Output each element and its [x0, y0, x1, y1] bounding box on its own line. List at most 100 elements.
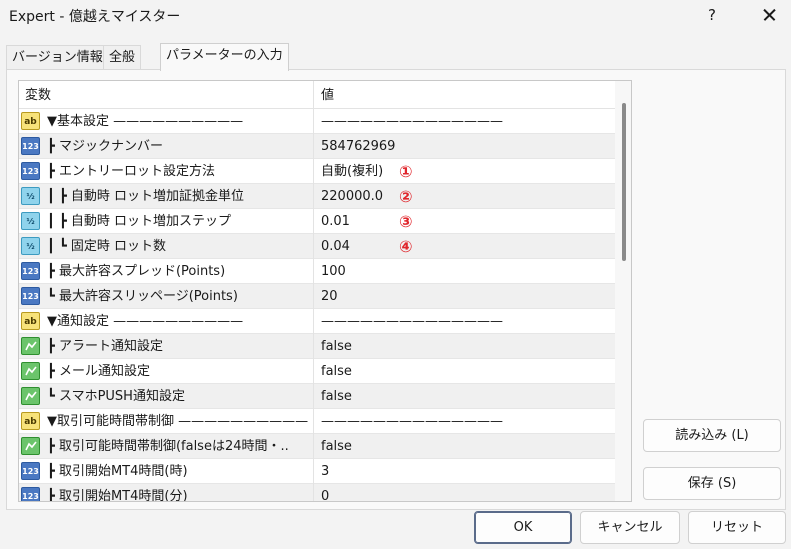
- table-row[interactable]: ab ▼通知設定 —————————— ——————————————: [19, 309, 615, 334]
- column-separator: [313, 159, 314, 184]
- column-separator: [313, 309, 314, 334]
- parameter-value[interactable]: false: [321, 359, 352, 384]
- int-icon: 123: [21, 137, 40, 155]
- tab-general[interactable]: 全般: [103, 45, 142, 70]
- table-row[interactable]: ┣ アラート通知設定 false: [19, 334, 615, 359]
- parameter-name: ┣ エントリーロット設定方法: [47, 164, 215, 179]
- ab-icon: ab: [21, 312, 40, 330]
- dbl-icon: ½: [21, 237, 40, 255]
- parameter-name: ┃ ┗ 固定時 ロット数: [47, 239, 167, 254]
- column-separator: [313, 484, 314, 501]
- cancel-button[interactable]: キャンセル: [580, 511, 680, 544]
- tab-parameters[interactable]: パラメーターの入力: [160, 43, 289, 71]
- parameter-value[interactable]: 3: [321, 459, 329, 484]
- table-row[interactable]: ½ ┃ ┣ 自動時 ロット増加証拠金単位 220000.0 ②: [19, 184, 615, 209]
- parameter-name: ┣ アラート通知設定: [47, 339, 163, 354]
- dbl-icon: ½: [21, 212, 40, 230]
- column-separator: [313, 284, 314, 309]
- parameter-name: ▼取引可能時間帯制御 ——————————・..: [47, 414, 311, 429]
- table-row[interactable]: ┣ メール通知設定 false: [19, 359, 615, 384]
- annotation-marker: ①: [399, 162, 413, 181]
- annotation-marker: ③: [399, 212, 413, 231]
- parameter-name: ┣ 最大許容スプレッド(Points): [47, 264, 226, 279]
- parameter-value[interactable]: false: [321, 384, 352, 409]
- table-row[interactable]: ½ ┃ ┣ 自動時 ロット増加ステップ 0.01 ③: [19, 209, 615, 234]
- parameter-name: ┣ マジックナンバー: [47, 139, 163, 154]
- parameter-value[interactable]: 100: [321, 259, 346, 284]
- table-row[interactable]: ┣ 取引可能時間帯制御(falseは24時間・.. false: [19, 434, 615, 459]
- parameter-name: ┃ ┣ 自動時 ロット増加証拠金単位: [47, 189, 245, 204]
- parameter-value[interactable]: false: [321, 334, 352, 359]
- parameter-name: ▼通知設定 ——————————: [47, 314, 244, 329]
- parameter-name: ┗ スマホPUSH通知設定: [47, 389, 185, 404]
- annotation-marker: ④: [399, 237, 413, 256]
- scrollbar-thumb[interactable]: [622, 103, 626, 261]
- parameter-value[interactable]: 20: [321, 284, 338, 309]
- int-icon: 123: [21, 462, 40, 480]
- parameter-value[interactable]: false: [321, 434, 352, 459]
- parameter-value[interactable]: 220000.0: [321, 184, 383, 209]
- parameter-value[interactable]: 584762969: [321, 134, 395, 159]
- column-separator: [313, 109, 314, 134]
- table-row[interactable]: ab ▼基本設定 —————————— ——————————————: [19, 109, 615, 134]
- column-header-value[interactable]: 値: [321, 81, 334, 109]
- table-row[interactable]: 123 ┣ 最大許容スプレッド(Points) 100: [19, 259, 615, 284]
- table-row[interactable]: 123 ┣ 取引開始MT4時間(時) 3: [19, 459, 615, 484]
- grid-rows: ab ▼基本設定 —————————— —————————————— 123 ┣ マジッ…: [19, 109, 615, 502]
- parameter-name: ┣ 取引可能時間帯制御(falseは24時間・..: [47, 439, 289, 454]
- ab-icon: ab: [21, 112, 40, 130]
- parameter-name: ┃ ┣ 自動時 ロット増加ステップ: [47, 214, 232, 229]
- bool-icon: [21, 387, 40, 405]
- int-icon: 123: [21, 487, 40, 501]
- tab-strip: バージョン情報 全般 パラメーターの入力: [6, 43, 786, 71]
- column-separator: [313, 459, 314, 484]
- load-button[interactable]: 読み込み (L): [643, 419, 781, 452]
- column-separator: [313, 384, 314, 409]
- grid-header: 変数 値: [19, 81, 615, 109]
- parameter-value[interactable]: 0.04: [321, 234, 350, 259]
- dbl-icon: ½: [21, 187, 40, 205]
- table-row[interactable]: 123 ┗ 最大許容スリッページ(Points) 20: [19, 284, 615, 309]
- ab-icon: ab: [21, 412, 40, 430]
- annotation-marker: ②: [399, 187, 413, 206]
- parameter-value[interactable]: ——————————————: [321, 409, 503, 434]
- save-button[interactable]: 保存 (S): [643, 467, 781, 500]
- tab-version-info[interactable]: バージョン情報: [6, 45, 109, 70]
- parameter-value[interactable]: ——————————————: [321, 109, 503, 134]
- ok-button[interactable]: OK: [474, 511, 572, 544]
- table-row[interactable]: 123 ┣ 取引開始MT4時間(分) 0: [19, 484, 615, 502]
- parameter-value[interactable]: 自動(複利): [321, 159, 383, 184]
- vertical-scrollbar[interactable]: [615, 81, 631, 501]
- column-header-variable[interactable]: 変数: [25, 81, 51, 109]
- column-separator: [313, 434, 314, 459]
- table-row[interactable]: 123 ┣ エントリーロット設定方法 自動(複利) ①: [19, 159, 615, 184]
- parameter-name: ┗ 最大許容スリッページ(Points): [47, 289, 238, 304]
- int-icon: 123: [21, 262, 40, 280]
- column-separator: [313, 409, 314, 434]
- close-icon[interactable]: [754, 1, 784, 29]
- column-separator: [313, 334, 314, 359]
- parameter-name: ▼基本設定 ——————————: [47, 114, 244, 129]
- int-icon: 123: [21, 162, 40, 180]
- column-separator: [313, 184, 314, 209]
- column-separator: [313, 359, 314, 384]
- table-row[interactable]: ½ ┃ ┗ 固定時 ロット数 0.04 ④: [19, 234, 615, 259]
- parameter-name: ┣ 取引開始MT4時間(分): [47, 489, 188, 502]
- column-separator: [313, 234, 314, 259]
- column-divider[interactable]: [313, 81, 314, 109]
- parameter-grid[interactable]: 変数 値 ab ▼基本設定 —————————— —————————————— 123…: [18, 80, 632, 502]
- parameter-value[interactable]: 0.01: [321, 209, 350, 234]
- table-row[interactable]: ┗ スマホPUSH通知設定 false: [19, 384, 615, 409]
- parameter-value[interactable]: ——————————————: [321, 309, 503, 334]
- table-row[interactable]: ab ▼取引可能時間帯制御 ——————————・.. ——————————————: [19, 409, 615, 434]
- window-title: Expert - 億越えマイスター: [9, 9, 181, 25]
- bool-icon: [21, 337, 40, 355]
- table-row[interactable]: 123 ┣ マジックナンバー 584762969: [19, 134, 615, 159]
- parameter-name: ┣ メール通知設定: [47, 364, 150, 379]
- parameter-value[interactable]: 0: [321, 484, 329, 501]
- column-separator: [313, 134, 314, 159]
- bool-icon: [21, 437, 40, 455]
- column-separator: [313, 209, 314, 234]
- reset-button[interactable]: リセット: [688, 511, 786, 544]
- help-button[interactable]: ?: [697, 1, 727, 29]
